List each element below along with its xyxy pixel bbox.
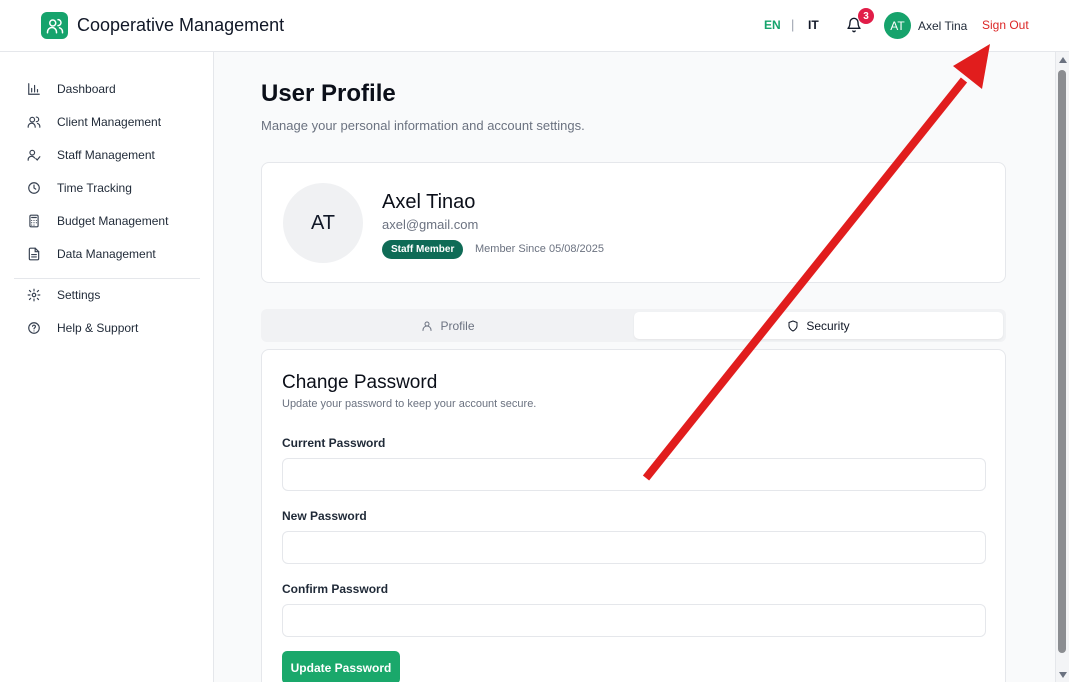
tab-profile[interactable]: Profile xyxy=(264,312,632,339)
update-password-button[interactable]: Update Password xyxy=(282,651,400,682)
sidebar: Dashboard Client Management Staff Manage… xyxy=(0,52,214,682)
sidebar-item-staff-management[interactable]: Staff Management xyxy=(27,146,155,164)
tab-label: Profile xyxy=(440,318,475,333)
new-password-field[interactable] xyxy=(282,531,986,564)
clock-icon xyxy=(28,182,40,194)
page-subtitle: Manage your personal information and acc… xyxy=(261,118,585,133)
help-circle-icon xyxy=(28,322,40,334)
sidebar-item-dashboard[interactable]: Dashboard xyxy=(27,80,116,98)
avatar[interactable]: AT xyxy=(884,12,911,39)
sidebar-item-label: Dashboard xyxy=(57,82,116,96)
sidebar-item-time-tracking[interactable]: Time Tracking xyxy=(27,179,132,197)
notification-badge: 3 xyxy=(858,8,874,24)
tab-label: Security xyxy=(806,318,850,333)
top-header: Cooperative Management EN | IT 3 AT Axel… xyxy=(0,0,1069,52)
main-content: User Profile Manage your personal inform… xyxy=(214,52,1055,682)
scroll-down-arrow-icon[interactable] xyxy=(1059,672,1067,678)
role-badge: Staff Member xyxy=(382,240,464,259)
scroll-up-arrow-icon[interactable] xyxy=(1059,57,1067,63)
change-password-card: Change Password Update your password to … xyxy=(261,349,1006,682)
app-logo[interactable] xyxy=(41,12,68,39)
sidebar-item-label: Help & Support xyxy=(57,321,139,335)
sidebar-divider xyxy=(14,278,200,279)
member-since: Member Since 05/08/2025 xyxy=(475,243,605,255)
sidebar-item-help-support[interactable]: Help & Support xyxy=(27,319,138,337)
scrollbar[interactable] xyxy=(1055,52,1069,682)
gear-icon xyxy=(27,288,41,302)
language-it-button[interactable]: IT xyxy=(808,18,819,32)
sidebar-item-label: Client Management xyxy=(57,115,162,129)
new-password-label: New Password xyxy=(282,509,367,523)
sidebar-item-client-management[interactable]: Client Management xyxy=(27,113,161,131)
sidebar-item-label: Staff Management xyxy=(57,148,155,162)
change-password-subtitle: Update your password to keep your accoun… xyxy=(282,398,537,410)
language-en-button[interactable]: EN xyxy=(764,18,781,32)
sign-out-button[interactable]: Sign Out xyxy=(982,18,1029,32)
sidebar-item-label: Settings xyxy=(57,288,101,302)
calculator-icon xyxy=(29,214,39,228)
user-icon xyxy=(422,321,432,331)
users-icon xyxy=(27,116,41,128)
profile-card: AT Axel Tinao axel@gmail.com Staff Membe… xyxy=(261,162,1006,283)
sidebar-item-label: Data Management xyxy=(57,247,156,261)
sidebar-item-data-management[interactable]: Data Management xyxy=(27,245,156,263)
profile-tabs: Profile Security xyxy=(261,309,1006,342)
change-password-title: Change Password xyxy=(282,372,438,393)
profile-name: Axel Tinao xyxy=(382,191,476,213)
user-name[interactable]: Axel Tina xyxy=(918,19,967,33)
page-title: User Profile xyxy=(261,80,396,107)
profile-avatar: AT xyxy=(283,183,363,263)
sidebar-item-label: Time Tracking xyxy=(57,181,132,195)
sidebar-item-budget-management[interactable]: Budget Management xyxy=(27,212,168,230)
user-check-icon xyxy=(27,149,41,161)
current-password-label: Current Password xyxy=(282,436,386,450)
users-icon xyxy=(46,18,63,33)
bar-chart-icon xyxy=(28,83,40,95)
profile-email: axel@gmail.com xyxy=(382,217,479,232)
shield-icon xyxy=(788,320,798,331)
sidebar-item-settings[interactable]: Settings xyxy=(27,286,100,304)
tab-security[interactable]: Security xyxy=(634,312,1003,339)
confirm-password-field[interactable] xyxy=(282,604,986,637)
file-icon xyxy=(28,247,40,261)
current-password-field[interactable] xyxy=(282,458,986,491)
confirm-password-label: Confirm Password xyxy=(282,582,389,596)
app-title: Cooperative Management xyxy=(77,15,285,35)
scrollbar-thumb[interactable] xyxy=(1058,70,1066,653)
sidebar-item-label: Budget Management xyxy=(57,214,169,228)
language-separator: | xyxy=(791,17,795,32)
